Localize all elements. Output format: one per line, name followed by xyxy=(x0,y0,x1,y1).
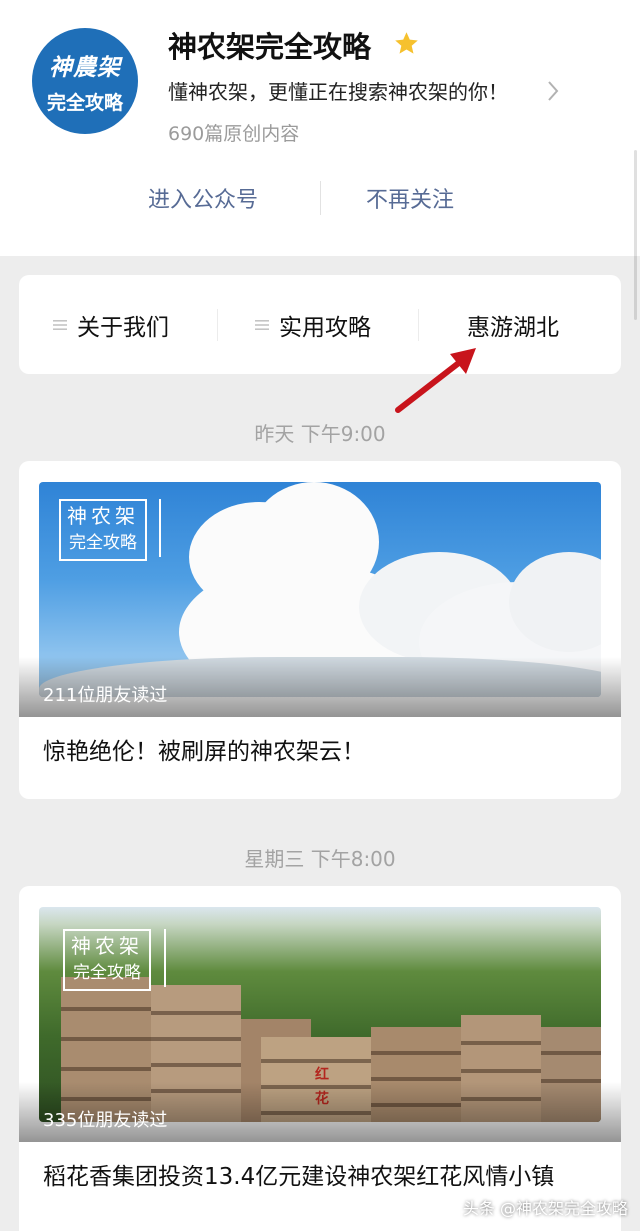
menu-item-label: 关于我们 xyxy=(77,314,169,341)
post-timestamp: 星期三 下午8:00 xyxy=(244,847,396,871)
menu-list-icon xyxy=(255,319,269,330)
menu-item-label: 实用攻略 xyxy=(279,314,371,341)
account-menu-bar: 关于我们 实用攻略 惠游湖北 xyxy=(19,275,621,374)
friends-read-count: 335位朋友读过 xyxy=(43,1110,168,1131)
menu-item-about-us[interactable]: 关于我们 xyxy=(53,275,169,374)
star-icon[interactable] xyxy=(393,30,420,57)
menu-divider xyxy=(418,309,419,341)
unfollow-button[interactable]: 不再关注 xyxy=(366,182,454,214)
chevron-right-icon[interactable] xyxy=(546,80,560,102)
account-name: 神农架完全攻略 xyxy=(168,30,372,64)
source-watermark: 头条 @神农架完全攻略 xyxy=(462,1199,628,1218)
enter-account-button[interactable]: 进入公众号 xyxy=(148,182,258,214)
button-divider xyxy=(320,181,321,215)
article-title[interactable]: 稻花香集团投资13.4亿元建设神农架红花风情小镇 xyxy=(43,1160,603,1194)
cover-watermark: 神农架 完全攻略 xyxy=(63,929,151,991)
article-card[interactable]: 神农架 完全攻略 211位朋友读过 惊艳绝伦！被刷屏的神农架云！ xyxy=(19,461,621,799)
menu-divider xyxy=(217,309,218,341)
article-card[interactable]: 红花 神农架 完全攻略 335位朋友读过 稻花香集团投资13.4亿元建设神农架红… xyxy=(19,886,621,1231)
account-profile-header: 神農架 完全攻略 神农架完全攻略 懂神农架，更懂正在搜索神农架的你！ 690篇原… xyxy=(0,0,640,256)
friends-read-count: 211位朋友读过 xyxy=(43,685,168,706)
cover-watermark: 神农架 完全攻略 xyxy=(59,499,147,561)
post-timestamp: 昨天 下午9:00 xyxy=(254,422,386,446)
menu-list-icon xyxy=(53,319,67,330)
account-description[interactable]: 懂神农架，更懂正在搜索神农架的你！ xyxy=(168,76,508,105)
menu-item-practical-guide[interactable]: 实用攻略 xyxy=(255,275,371,374)
article-count: 690篇原创内容 xyxy=(168,123,300,145)
avatar-text-top: 神農架 xyxy=(49,53,121,81)
scrollbar[interactable] xyxy=(634,150,637,320)
red-arrow-icon xyxy=(395,348,476,413)
article-title[interactable]: 惊艳绝伦！被刷屏的神农架云！ xyxy=(43,735,603,769)
avatar-text-bottom: 完全攻略 xyxy=(46,91,123,114)
menu-item-label: 惠游湖北 xyxy=(467,314,559,341)
account-avatar[interactable]: 神農架 完全攻略 xyxy=(32,28,138,134)
